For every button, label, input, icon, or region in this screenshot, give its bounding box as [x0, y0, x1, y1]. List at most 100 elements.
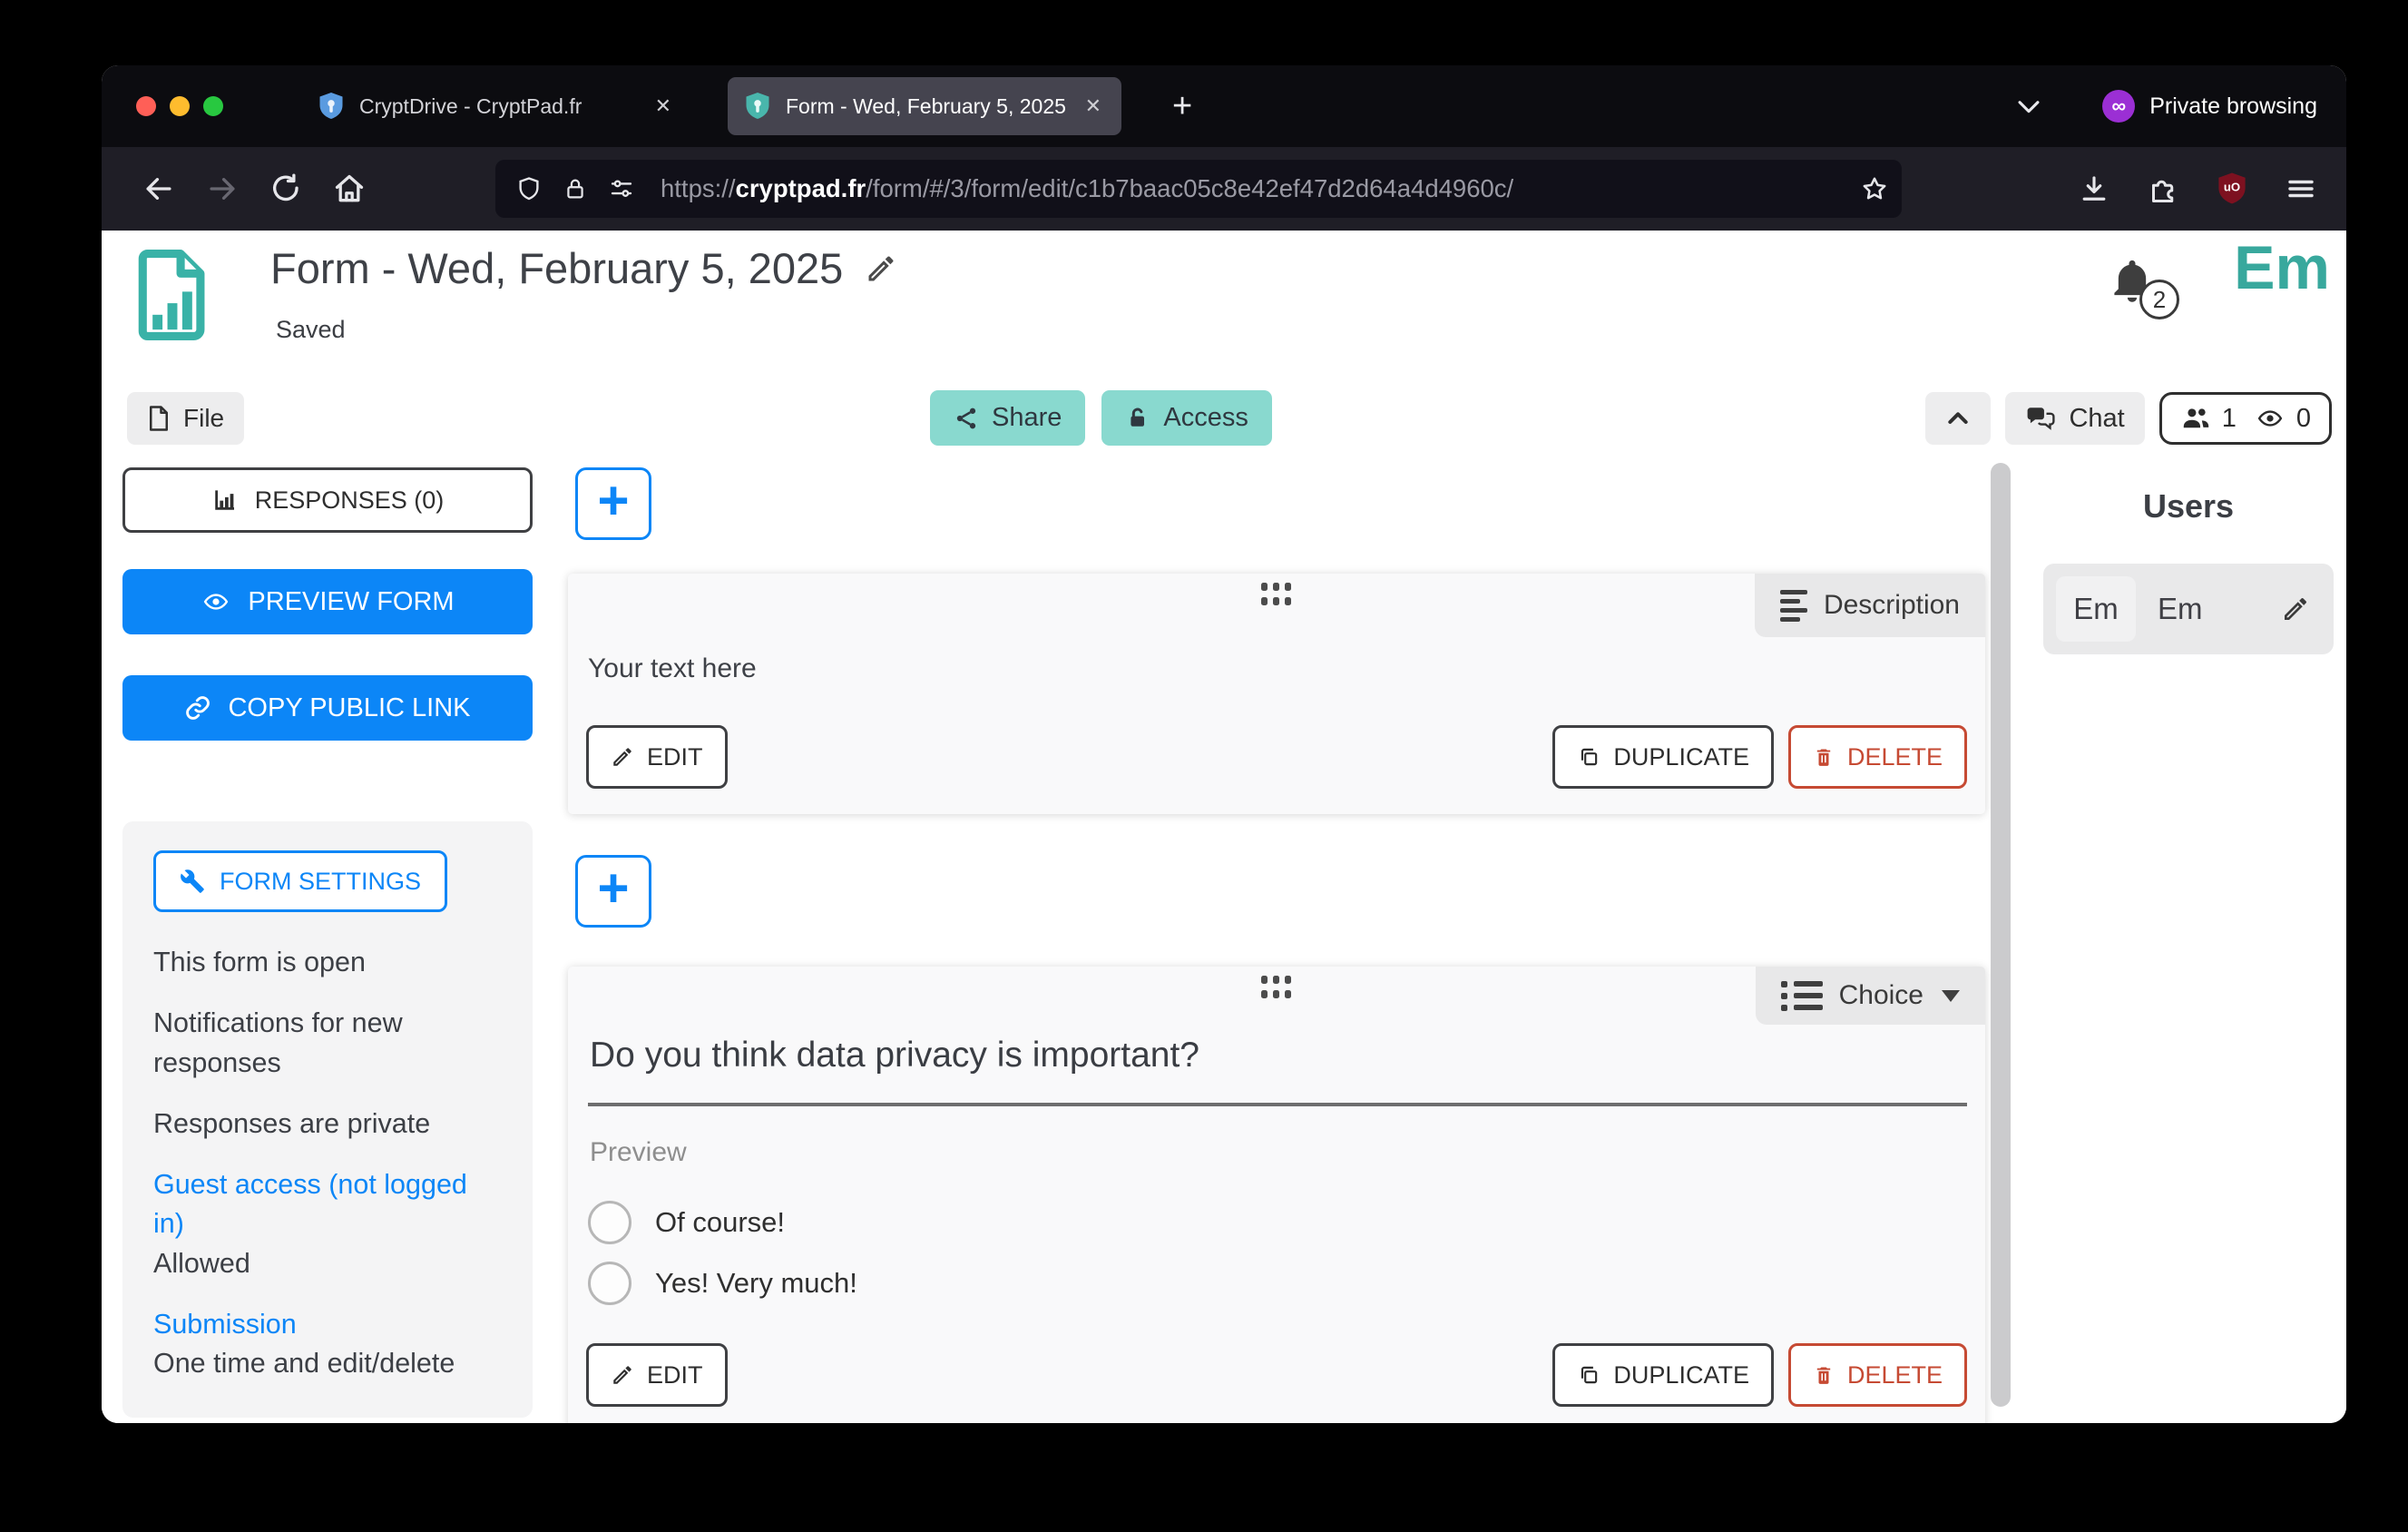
back-button[interactable]	[127, 159, 191, 219]
form-settings-button[interactable]: FORM SETTINGS	[153, 850, 447, 912]
file-menu-label: File	[183, 404, 224, 433]
close-tab-icon[interactable]: ✕	[1082, 94, 1105, 118]
notifications-bell[interactable]: 2	[2107, 254, 2161, 309]
user-list-item: Em Em	[2043, 564, 2334, 654]
downloads-icon[interactable]	[2078, 172, 2110, 205]
description-block: Description Your text here EDIT	[568, 574, 1985, 814]
editor-main-area: RESPONSES (0) PREVIEW FORM COPY PUBLIC L…	[102, 461, 2346, 1423]
drag-handle-icon[interactable]	[1261, 583, 1292, 607]
submission-link[interactable]: Submission	[153, 1305, 502, 1344]
block-type-choice-dropdown[interactable]: Choice	[1756, 967, 1985, 1025]
choice-option[interactable]: Yes! Very much!	[588, 1262, 857, 1305]
preview-form-button[interactable]: PREVIEW FORM	[122, 569, 533, 634]
preview-eye-icon	[201, 589, 231, 614]
duplicate-copy-icon	[1577, 1363, 1600, 1387]
link-chain-icon	[184, 694, 211, 722]
guest-access-link[interactable]: Guest access (not logged in)	[153, 1165, 502, 1244]
forward-button[interactable]	[191, 159, 254, 219]
new-tab-button[interactable]: +	[1163, 89, 1201, 123]
setting-guest-access: Guest access (not logged in) Allowed	[153, 1165, 502, 1283]
editors-users-icon	[2180, 405, 2211, 432]
user-name: Em	[2158, 592, 2259, 626]
form-sidebar: RESPONSES (0) PREVIEW FORM COPY PUBLIC L…	[122, 461, 533, 1423]
bookmark-star-icon[interactable]	[1860, 174, 1889, 203]
extensions-puzzle-icon[interactable]	[2147, 172, 2179, 205]
duplicate-button[interactable]: DUPLICATE	[1552, 1343, 1774, 1407]
app-header: Form - Wed, February 5, 2025 Saved 2 Em	[102, 231, 2346, 390]
minimize-window-button[interactable]	[170, 96, 190, 116]
setting-responses-private: Responses are private	[153, 1105, 502, 1144]
block-type-label: Description	[1824, 590, 1960, 621]
file-menu-button[interactable]: File	[127, 392, 244, 445]
setting-notifications: Notifications for new responses	[153, 1004, 502, 1083]
collapse-toolbar-button[interactable]	[1925, 392, 1991, 445]
question-title-input[interactable]: Do you think data privacy is important?	[590, 1036, 1199, 1075]
app-toolbar: File Share Access	[102, 390, 2346, 461]
choice-block: Choice Do you think data privacy is impo…	[568, 967, 1985, 1423]
document-title: Form - Wed, February 5, 2025	[270, 243, 897, 293]
menu-hamburger-icon[interactable]	[2285, 172, 2317, 205]
duplicate-copy-icon	[1577, 745, 1600, 769]
submission-value: One time and edit/delete	[153, 1344, 502, 1383]
question-underline	[588, 1103, 1967, 1106]
tab-bar: CryptDrive - CryptPad.fr ✕ Form - Wed, F…	[102, 65, 2346, 147]
responses-label: RESPONSES (0)	[255, 486, 445, 515]
tracking-protection-shield-icon[interactable]	[515, 175, 543, 202]
url-bar[interactable]: https://cryptpad.fr/form/#/3/form/edit/c…	[495, 160, 1902, 218]
add-block-button[interactable]: +	[575, 855, 651, 928]
choice-option[interactable]: Of course!	[588, 1201, 785, 1244]
radio-button[interactable]	[588, 1201, 631, 1244]
browser-window: CryptDrive - CryptPad.fr ✕ Form - Wed, F…	[102, 65, 2346, 1423]
ublock-origin-icon[interactable]: uO	[2216, 172, 2248, 206]
list-bullets-icon	[1781, 981, 1823, 1011]
share-button[interactable]: Share	[930, 390, 1085, 446]
chevron-down-icon	[1942, 990, 1960, 1002]
tab-cryptdrive[interactable]: CryptDrive - CryptPad.fr ✕	[301, 77, 691, 135]
edit-button[interactable]: EDIT	[586, 1343, 728, 1407]
copy-public-link-button[interactable]: COPY PUBLIC LINK	[122, 675, 533, 741]
permissions-icon[interactable]	[608, 175, 635, 202]
users-panel-title: Users	[2043, 487, 2334, 525]
share-nodes-icon	[954, 406, 979, 431]
access-button[interactable]: Access	[1101, 390, 1271, 446]
option-label: Of course!	[655, 1206, 785, 1239]
responses-button[interactable]: RESPONSES (0)	[122, 467, 533, 533]
chat-bubbles-icon	[2025, 405, 2056, 432]
chat-button[interactable]: Chat	[2005, 392, 2144, 445]
zoom-window-button[interactable]	[203, 96, 223, 116]
cryptpad-shield-favicon	[318, 91, 345, 122]
save-status: Saved	[276, 316, 346, 344]
setting-form-open: This form is open	[153, 943, 502, 982]
user-avatar[interactable]: Em	[2234, 232, 2330, 303]
editors-count: 1	[2222, 404, 2237, 434]
guest-access-value: Allowed	[153, 1244, 502, 1283]
edit-name-pencil-icon[interactable]	[2281, 594, 2310, 624]
desktop-background: CryptDrive - CryptPad.fr ✕ Form - Wed, F…	[0, 0, 2408, 1532]
duplicate-button[interactable]: DUPLICATE	[1552, 725, 1774, 789]
rename-pencil-icon[interactable]	[865, 252, 897, 285]
delete-button[interactable]: DELETE	[1788, 725, 1967, 789]
connection-lock-icon[interactable]	[563, 175, 588, 202]
trash-icon	[1813, 1363, 1835, 1387]
url-text: https://cryptpad.fr/form/#/3/form/edit/c…	[661, 174, 1840, 203]
close-tab-icon[interactable]: ✕	[651, 94, 675, 118]
block-type-description[interactable]: Description	[1755, 574, 1985, 637]
tab-form-active[interactable]: Form - Wed, February 5, 2025 ✕	[728, 77, 1121, 135]
window-controls	[136, 96, 223, 116]
radio-button[interactable]	[588, 1262, 631, 1305]
reload-button[interactable]	[254, 159, 318, 219]
edit-label: EDIT	[647, 1361, 703, 1390]
home-button[interactable]	[318, 159, 381, 219]
edit-pencil-icon	[611, 1363, 634, 1387]
navigation-bar: https://cryptpad.fr/form/#/3/form/edit/c…	[102, 147, 2346, 231]
list-all-tabs-icon[interactable]	[2013, 91, 2044, 122]
close-window-button[interactable]	[136, 96, 156, 116]
page-title: Form - Wed, February 5, 2025	[270, 243, 843, 293]
edit-button[interactable]: EDIT	[586, 725, 728, 789]
delete-button[interactable]: DELETE	[1788, 1343, 1967, 1407]
content-scrollbar[interactable]	[1991, 463, 2011, 1407]
participants-pill[interactable]: 1 0	[2159, 392, 2332, 445]
tabbar-right-controls: ∞ Private browsing	[2013, 90, 2332, 123]
add-block-button[interactable]: +	[575, 467, 651, 540]
drag-handle-icon[interactable]	[1261, 976, 1292, 1000]
